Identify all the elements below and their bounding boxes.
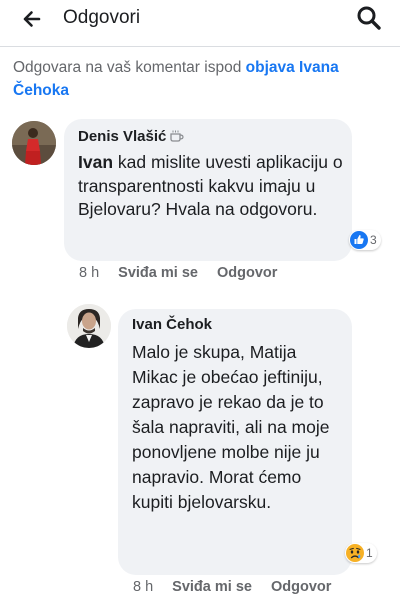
back-button[interactable]	[14, 6, 48, 32]
profile-photo-icon	[67, 304, 111, 348]
reply-button[interactable]: Odgovor	[271, 579, 331, 595]
top-bar: Odgovori	[0, 0, 400, 46]
author-name: Denis Vlašić	[78, 128, 167, 145]
comment-bubble[interactable]: Ivan Čehok Malo je skupa, Matija Mikac j…	[118, 309, 352, 575]
author-name: Ivan Čehok	[132, 316, 213, 333]
reaction-count-badge[interactable]: 3	[349, 230, 381, 250]
reply-context: Odgovara na vaš komentar ispod objava Iv…	[13, 56, 391, 102]
comment-author[interactable]: Ivan Čehok	[132, 316, 212, 333]
header-divider	[0, 46, 400, 47]
reply-context-text: Odgovara na vaš komentar ispod	[13, 59, 242, 76]
comment-timestamp[interactable]: 8 h	[133, 579, 153, 595]
page-title: Odgovori	[63, 7, 141, 28]
comment-text: Malo je skupa, Matija Mikac je obećao je…	[132, 342, 330, 512]
reaction-count-badge[interactable]: 1	[345, 543, 377, 563]
like-button[interactable]: Sviđa mi se	[172, 579, 252, 595]
avatar-ivan-cehok[interactable]	[67, 304, 111, 348]
comment-timestamp[interactable]: 8 h	[79, 265, 99, 281]
comment-bubble[interactable]: Denis Vlašić Ivan kad mislite uvesti apl…	[64, 119, 352, 261]
comment-actions: 8 h Sviđa mi se Odgovor	[79, 265, 296, 281]
comment-author[interactable]: Denis Vlašić	[78, 128, 184, 147]
coffee-cup-icon	[169, 130, 184, 147]
profile-photo-icon	[12, 121, 56, 165]
like-button[interactable]: Sviđa mi se	[118, 265, 198, 281]
comment-actions: 8 h Sviđa mi se Odgovor	[133, 579, 350, 595]
mention-tag[interactable]: Ivan	[78, 152, 113, 172]
comment-text: Ivan kad mislite uvesti aplikaciju o tra…	[78, 151, 346, 222]
sad-face-icon	[346, 544, 364, 562]
avatar-denis-vlasic[interactable]	[12, 121, 56, 165]
back-arrow-icon	[23, 11, 41, 27]
reply-button[interactable]: Odgovor	[217, 265, 277, 281]
search-icon	[357, 6, 381, 30]
reaction-count: 3	[370, 233, 377, 247]
search-button[interactable]	[355, 4, 383, 32]
reaction-count: 1	[366, 546, 373, 560]
comment-body: kad mislite uvesti aplikaciju o transpar…	[78, 152, 343, 219]
like-icon	[350, 231, 368, 249]
